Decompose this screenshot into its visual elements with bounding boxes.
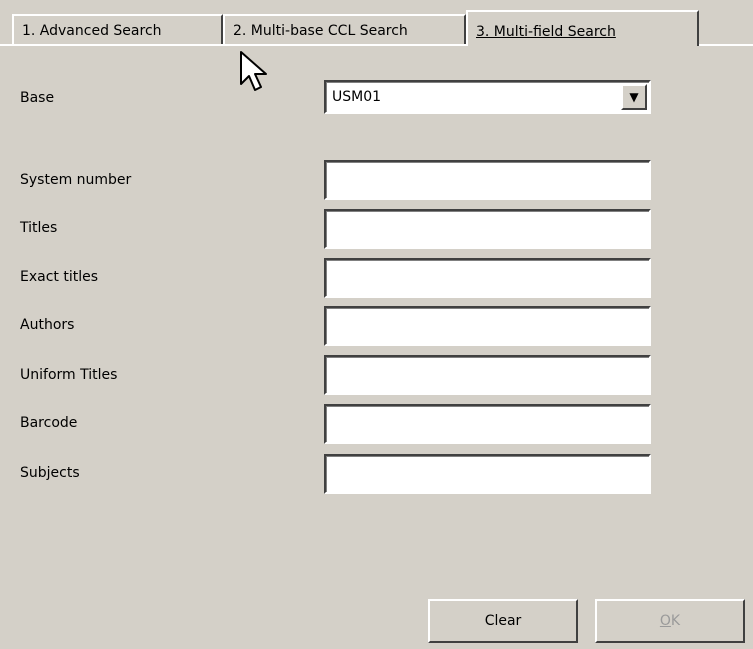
uniform-titles-label: Uniform Titles [20, 367, 118, 383]
ok-button-mnemonic: O [659, 613, 671, 629]
base-label: Base [20, 90, 55, 106]
tab-multi-field-search[interactable]: 3. Multi-field Search [466, 10, 699, 46]
ok-button[interactable]: OK [595, 599, 745, 643]
mouse-pointer-icon [240, 51, 267, 91]
authors-field[interactable] [324, 306, 651, 346]
base-select[interactable]: USM01 ▼ [324, 80, 651, 114]
barcode-field[interactable] [324, 404, 651, 444]
titles-field[interactable] [324, 209, 651, 249]
titles-label: Titles [20, 220, 58, 236]
system-number-label: System number [20, 172, 132, 188]
exact-titles-label: Exact titles [20, 269, 99, 285]
uniform-titles-field[interactable] [324, 355, 651, 395]
chevron-down-icon[interactable]: ▼ [621, 84, 647, 110]
barcode-label: Barcode [20, 415, 78, 431]
tab-bar: 1. Advanced Search 2. Multi-base CCL Sea… [0, 0, 753, 46]
ok-button-label: K [670, 613, 681, 629]
tab-advanced-search[interactable]: 1. Advanced Search [12, 14, 223, 44]
clear-button[interactable]: Clear [428, 599, 578, 643]
subjects-label: Subjects [20, 465, 80, 481]
tab-multi-base-ccl-search[interactable]: 2. Multi-base CCL Search [223, 14, 466, 44]
subjects-field[interactable] [324, 454, 651, 494]
authors-label: Authors [20, 317, 75, 333]
system-number-field[interactable] [324, 160, 651, 200]
base-select-value: USM01 [332, 89, 382, 105]
exact-titles-field[interactable] [324, 258, 651, 298]
